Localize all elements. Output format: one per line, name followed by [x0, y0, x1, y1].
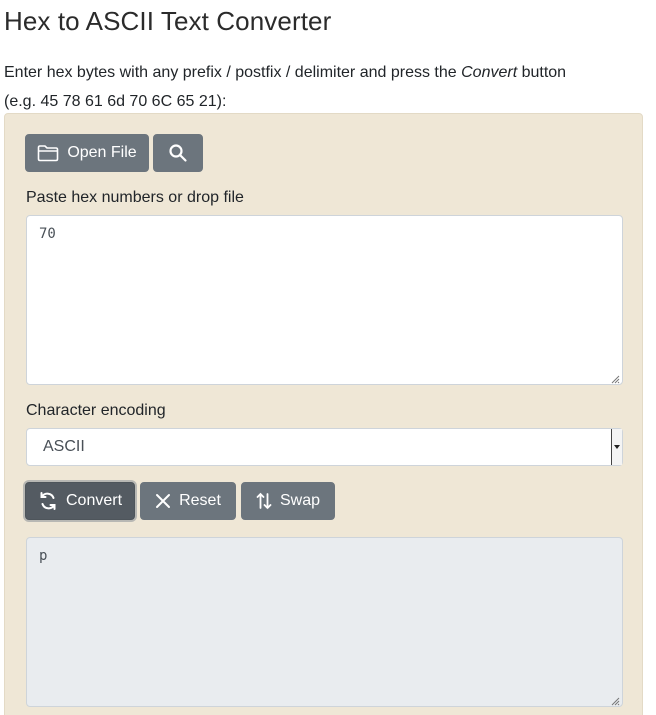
text-output-textarea[interactable]: p [26, 537, 623, 707]
intro-text: Enter hex bytes with any prefix / postfi… [4, 58, 566, 116]
open-file-button[interactable]: Open File [25, 134, 149, 172]
search-button[interactable] [153, 134, 203, 172]
folder-icon [37, 144, 59, 162]
resize-grip-icon[interactable] [610, 372, 620, 384]
reset-button[interactable]: Reset [140, 482, 236, 520]
resize-grip-icon[interactable] [610, 694, 620, 706]
intro-example: (e.g. 45 78 61 6d 70 6C 65 21): [4, 93, 227, 110]
page-title: Hex to ASCII Text Converter [4, 6, 332, 36]
dropdown-caret-icon[interactable] [611, 429, 622, 465]
encoding-select[interactable]: ASCII [26, 428, 623, 466]
convert-label: Convert [65, 492, 123, 509]
search-icon [168, 143, 188, 163]
text-output-value: p [39, 548, 48, 564]
swap-button[interactable]: Swap [241, 482, 335, 520]
hex-input-value: 70 [39, 226, 56, 242]
encoding-selected-value: ASCII [43, 438, 85, 455]
hex-input-textarea[interactable]: 70 [26, 215, 623, 385]
convert-button[interactable]: Convert [25, 482, 135, 520]
input-label: Paste hex numbers or drop file [26, 189, 244, 206]
page: Hex to ASCII Text Converter Enter hex by… [0, 0, 656, 715]
refresh-icon [38, 491, 58, 511]
swap-label: Swap [279, 492, 321, 509]
intro-after: button [517, 64, 567, 81]
intro-before: Enter hex bytes with any prefix / postfi… [4, 64, 462, 81]
swap-icon [256, 492, 272, 510]
intro-convert-emphasis: Convert [461, 64, 518, 81]
reset-label: Reset [179, 492, 221, 509]
encoding-label: Character encoding [26, 402, 166, 419]
converter-panel: Open File Paste hex numbers or drop file… [4, 113, 643, 715]
open-file-label: Open File [67, 144, 137, 161]
close-icon [155, 493, 171, 509]
